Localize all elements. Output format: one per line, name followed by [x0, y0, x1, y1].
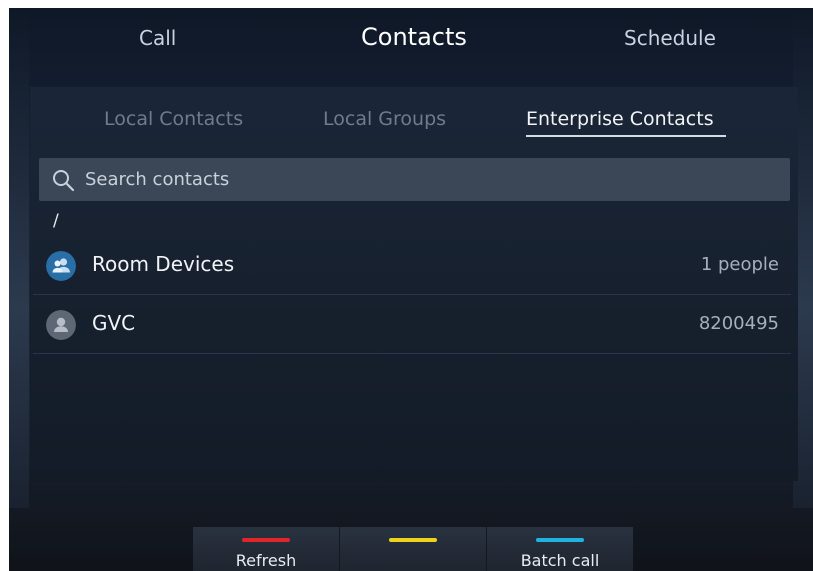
subtab-enterprise-contacts[interactable]: Enterprise Contacts: [526, 108, 714, 130]
list-item-gvc[interactable]: GVC 8200495: [33, 295, 791, 353]
subtab-local-groups[interactable]: Local Groups: [323, 108, 446, 130]
screen: Call Contacts Schedule Local Contacts Lo…: [9, 8, 813, 571]
active-subtab-underline: [526, 135, 726, 137]
softkey-label: Batch call: [520, 551, 600, 570]
contact-number: 8200495: [698, 313, 779, 334]
left-edge: [9, 8, 29, 508]
yellow-softkey[interactable]: [340, 527, 487, 571]
blue-key-indicator: [536, 538, 584, 542]
softkey-bar: Refresh Batch call: [193, 527, 635, 571]
contact-name: GVC: [92, 311, 136, 335]
search-icon: [53, 170, 75, 192]
subtab-local-contacts[interactable]: Local Contacts: [104, 108, 243, 130]
red-key-indicator: [242, 538, 290, 542]
row-divider: [33, 353, 791, 354]
batch-call-softkey[interactable]: Batch call: [487, 527, 633, 571]
directory-path: /: [53, 211, 59, 231]
contact-name: Room Devices: [92, 252, 235, 276]
tab-schedule[interactable]: Schedule: [624, 26, 716, 50]
top-tab-bar: Call Contacts Schedule: [9, 8, 813, 72]
tab-call[interactable]: Call: [139, 26, 176, 50]
tab-contacts[interactable]: Contacts: [361, 23, 467, 51]
contact-count: 1 people: [700, 254, 779, 275]
yellow-key-indicator: [389, 538, 437, 542]
softkey-label: Refresh: [235, 551, 297, 570]
search-input[interactable]: [85, 158, 765, 201]
group-icon: [46, 251, 76, 281]
person-icon: [46, 310, 76, 340]
search-bar[interactable]: [39, 158, 790, 201]
list-item-room-devices[interactable]: Room Devices 1 people: [33, 236, 791, 294]
refresh-softkey[interactable]: Refresh: [193, 527, 340, 571]
